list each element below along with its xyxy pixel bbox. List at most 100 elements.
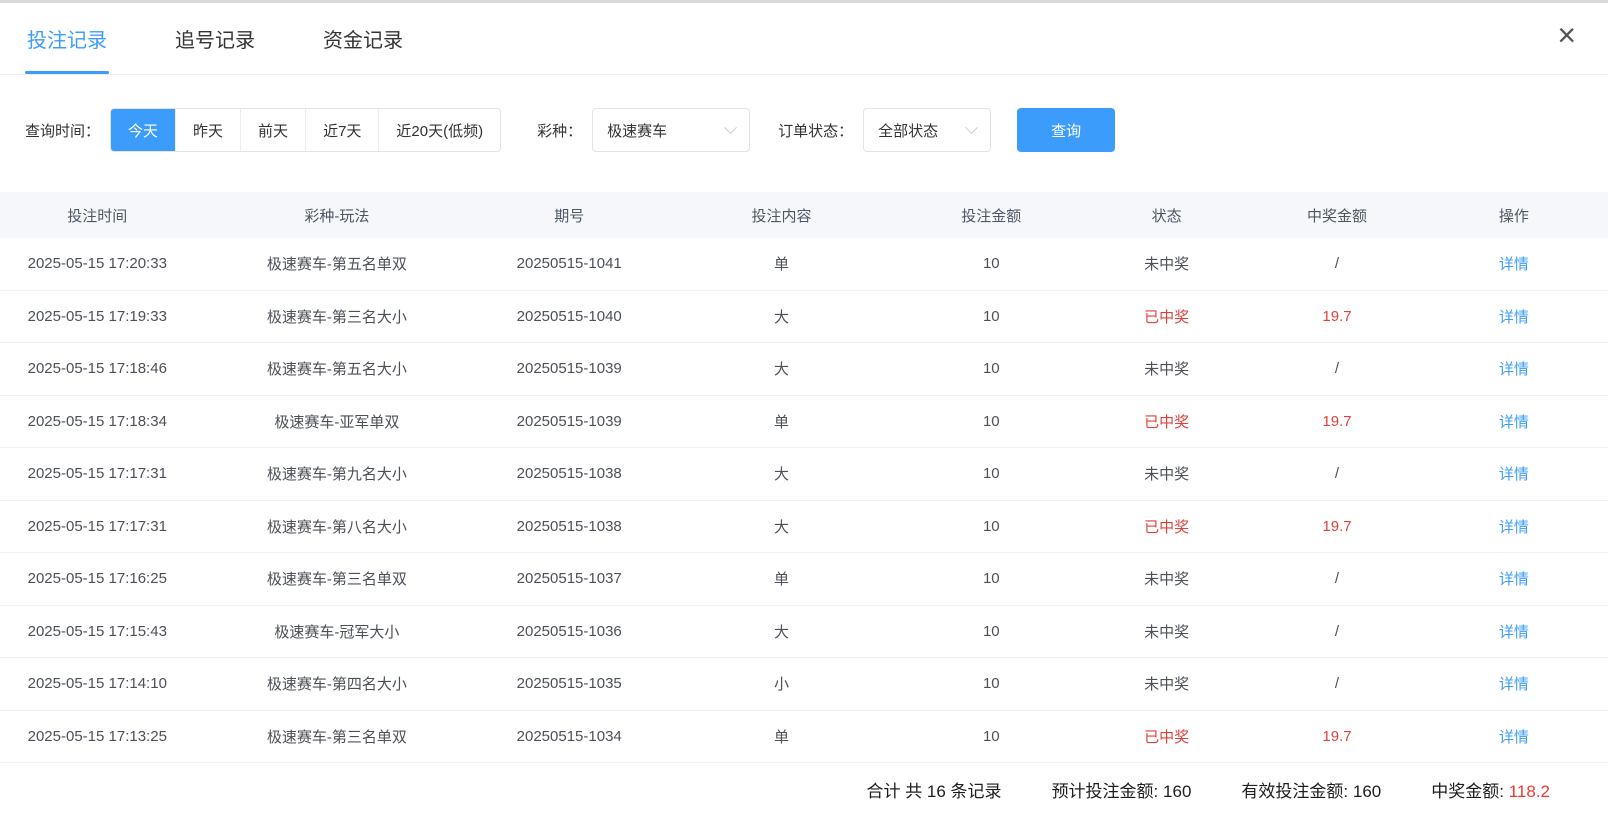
prize-amount: / (1254, 465, 1420, 482)
time-filter-group: 今天昨天前天近7天近20天(低频) (110, 108, 501, 152)
game-play: 极速赛车-第五名单双 (195, 253, 480, 274)
bet-amount: 10 (904, 518, 1079, 535)
column-header: 中奖金额 (1254, 205, 1420, 226)
time-filter-label: 查询时间： (25, 120, 100, 141)
expected-bet-amount-label: 预计投注金额: (1052, 782, 1159, 801)
tab-0-active[interactable]: 投注记录 (25, 3, 109, 74)
time-filter-option[interactable]: 昨天 (176, 109, 241, 151)
bet-content: 单 (659, 253, 903, 274)
issue-number: 20250515-1036 (479, 623, 659, 640)
detail-link[interactable]: 详情 (1420, 621, 1608, 642)
game-play: 极速赛车-第三名大小 (195, 306, 480, 327)
bet-time: 2025-05-15 17:17:31 (0, 465, 195, 482)
detail-link[interactable]: 详情 (1420, 516, 1608, 537)
status-badge: 已中奖 (1079, 411, 1254, 432)
status-badge: 未中奖 (1079, 568, 1254, 589)
bet-content: 单 (659, 568, 903, 589)
table-row: 2025-05-15 17:20:33极速赛车-第五名单双20250515-10… (0, 238, 1608, 291)
tab-2[interactable]: 资金记录 (321, 3, 405, 74)
game-play: 极速赛车-第五名大小 (195, 358, 480, 379)
order-status-select[interactable]: 全部状态 (863, 108, 991, 152)
column-header: 投注内容 (659, 205, 903, 226)
bet-amount: 10 (904, 255, 1079, 272)
detail-link[interactable]: 详情 (1420, 568, 1608, 589)
game-play: 极速赛车-第四名大小 (195, 673, 480, 694)
bet-content: 单 (659, 411, 903, 432)
column-header: 彩种-玩法 (195, 205, 480, 226)
column-header: 投注时间 (0, 205, 195, 226)
issue-number: 20250515-1041 (479, 255, 659, 272)
table-row: 2025-05-15 17:18:34极速赛车-亚军单双20250515-103… (0, 396, 1608, 449)
prize-amount: 19.7 (1254, 728, 1420, 745)
prize-amount: 19.7 (1254, 518, 1420, 535)
summary-footer: 合计 共 16 条记录 预计投注金额: 160 有效投注金额: 160 中奖金额… (0, 763, 1608, 815)
lottery-type-value: 极速赛车 (607, 120, 667, 141)
query-button[interactable]: 查询 (1017, 108, 1115, 152)
issue-number: 20250515-1040 (479, 308, 659, 325)
issue-number: 20250515-1037 (479, 570, 659, 587)
detail-link[interactable]: 详情 (1420, 358, 1608, 379)
prize-amount: 19.7 (1254, 308, 1420, 325)
detail-link[interactable]: 详情 (1420, 673, 1608, 694)
close-icon[interactable]: × (1557, 19, 1576, 51)
status-badge: 已中奖 (1079, 306, 1254, 327)
status-badge: 未中奖 (1079, 253, 1254, 274)
prize-amount: / (1254, 675, 1420, 692)
tabs: 投注记录追号记录资金记录 (25, 3, 469, 74)
detail-link[interactable]: 详情 (1420, 253, 1608, 274)
bet-amount: 10 (904, 360, 1079, 377)
bet-amount: 10 (904, 308, 1079, 325)
bet-amount: 10 (904, 675, 1079, 692)
time-filter-option[interactable]: 前天 (241, 109, 306, 151)
detail-link[interactable]: 详情 (1420, 411, 1608, 432)
bet-amount: 10 (904, 728, 1079, 745)
table-row: 2025-05-15 17:15:43极速赛车-冠军大小20250515-103… (0, 606, 1608, 659)
game-play: 极速赛车-第九名大小 (195, 463, 480, 484)
order-status-label: 订单状态： (778, 120, 853, 141)
prize-amount: / (1254, 360, 1420, 377)
bet-time: 2025-05-15 17:18:34 (0, 413, 195, 430)
total-prize-label: 中奖金额: (1431, 782, 1504, 801)
bet-time: 2025-05-15 17:14:10 (0, 675, 195, 692)
column-header: 期号 (479, 205, 659, 226)
detail-link[interactable]: 详情 (1420, 726, 1608, 747)
bet-amount: 10 (904, 413, 1079, 430)
records-table: 投注时间彩种-玩法期号投注内容投注金额状态中奖金额操作 2025-05-15 1… (0, 192, 1608, 763)
filter-bar: 查询时间： 今天昨天前天近7天近20天(低频) 彩种： 极速赛车 订单状态： 全… (0, 108, 1608, 152)
table-row: 2025-05-15 17:17:31极速赛车-第九名大小20250515-10… (0, 448, 1608, 501)
status-badge: 未中奖 (1079, 673, 1254, 694)
prize-amount: / (1254, 255, 1420, 272)
total-prize-value: 118.2 (1509, 782, 1550, 801)
time-filter-option[interactable]: 近20天(低频) (379, 109, 500, 151)
prize-amount: / (1254, 570, 1420, 587)
game-play: 极速赛车-第三名单双 (195, 726, 480, 747)
status-badge: 未中奖 (1079, 358, 1254, 379)
table-row: 2025-05-15 17:17:31极速赛车-第八名大小20250515-10… (0, 501, 1608, 554)
time-filter-option-active[interactable]: 今天 (111, 109, 176, 151)
column-header: 操作 (1420, 205, 1608, 226)
issue-number: 20250515-1038 (479, 518, 659, 535)
tab-1[interactable]: 追号记录 (173, 3, 257, 74)
lottery-type-select[interactable]: 极速赛车 (592, 108, 750, 152)
column-header: 状态 (1079, 205, 1254, 226)
game-play: 极速赛车-第三名单双 (195, 568, 480, 589)
bet-amount: 10 (904, 570, 1079, 587)
bet-content: 大 (659, 306, 903, 327)
expected-bet-amount: 预计投注金额: 160 (1052, 777, 1192, 802)
bet-time: 2025-05-15 17:20:33 (0, 255, 195, 272)
bet-time: 2025-05-15 17:13:25 (0, 728, 195, 745)
game-play: 极速赛车-亚军单双 (195, 411, 480, 432)
time-filter-option[interactable]: 近7天 (306, 109, 379, 151)
table-row: 2025-05-15 17:19:33极速赛车-第三名大小20250515-10… (0, 291, 1608, 344)
bet-time: 2025-05-15 17:15:43 (0, 623, 195, 640)
bet-time: 2025-05-15 17:17:31 (0, 518, 195, 535)
issue-number: 20250515-1035 (479, 675, 659, 692)
status-badge: 未中奖 (1079, 463, 1254, 484)
total-prize-amount: 中奖金额: 118.2 (1431, 777, 1550, 802)
status-badge: 已中奖 (1079, 726, 1254, 747)
detail-link[interactable]: 详情 (1420, 463, 1608, 484)
bet-content: 大 (659, 463, 903, 484)
table-header-row: 投注时间彩种-玩法期号投注内容投注金额状态中奖金额操作 (0, 192, 1608, 238)
issue-number: 20250515-1034 (479, 728, 659, 745)
detail-link[interactable]: 详情 (1420, 306, 1608, 327)
